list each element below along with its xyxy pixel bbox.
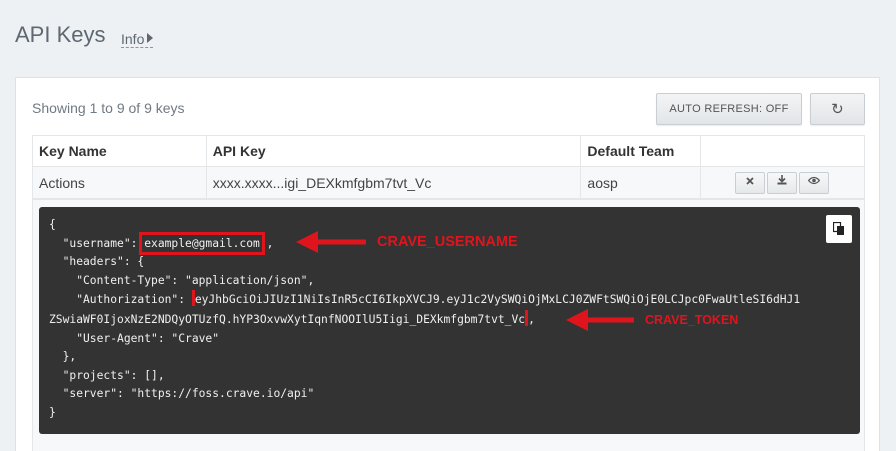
header-actions xyxy=(700,135,865,167)
showing-count: Showing 1 to 9 of 9 keys xyxy=(32,100,185,116)
token-value-2: ZSwiaWF0IjoxNzE2NDQyOTUzfQ.hYP3OxvwXytIq… xyxy=(49,312,526,326)
key-name-cell: Actions xyxy=(32,166,207,199)
header-default-team[interactable]: Default Team xyxy=(580,135,702,167)
view-key-button[interactable] xyxy=(798,171,829,194)
username-value: example@gmail.com xyxy=(139,231,265,255)
header-key-name[interactable]: Key Name xyxy=(32,135,207,167)
header-api-key[interactable]: API Key xyxy=(205,135,582,167)
eye-icon xyxy=(807,176,820,184)
page-title: API Keys xyxy=(15,22,106,47)
copy-icon xyxy=(833,222,844,235)
refresh-icon: ↻ xyxy=(831,101,844,118)
crave-username-annotation: CRAVE_USERNAME xyxy=(377,234,518,250)
download-key-button[interactable] xyxy=(766,171,797,194)
token-value-1: eyJhbGciOiJIUzI1NiIsInR5cCI6IkpXVCJ9.eyJ… xyxy=(194,293,801,307)
copy-button[interactable] xyxy=(826,215,852,243)
row-actions xyxy=(700,166,865,199)
crave-token-annotation: CRAVE_TOKEN xyxy=(645,313,739,327)
reload-button[interactable]: ↻ xyxy=(810,93,865,125)
api-keys-panel: Showing 1 to 9 of 9 keys AUTO REFRESH: O… xyxy=(15,77,880,451)
api-keys-table: Key Name API Key Default Team Actions xx… xyxy=(32,135,865,199)
delete-key-button[interactable] xyxy=(734,171,765,194)
api-key-cell: xxxx.xxxx...igi_DEXkmfgbm7tvt_Vc xyxy=(205,166,582,199)
info-link[interactable]: Info xyxy=(121,31,154,48)
default-team-cell: aosp xyxy=(580,166,702,199)
caret-right-icon xyxy=(147,33,154,43)
download-icon xyxy=(777,174,787,184)
table-row: Actions xxxx.xxxx...igi_DEXkmfgbm7tvt_Vc… xyxy=(32,166,865,199)
table-header-row: Key Name API Key Default Team xyxy=(32,135,865,167)
close-icon xyxy=(746,176,754,185)
info-label: Info xyxy=(121,31,145,47)
auto-refresh-button[interactable]: AUTO REFRESH: OFF xyxy=(656,93,802,125)
